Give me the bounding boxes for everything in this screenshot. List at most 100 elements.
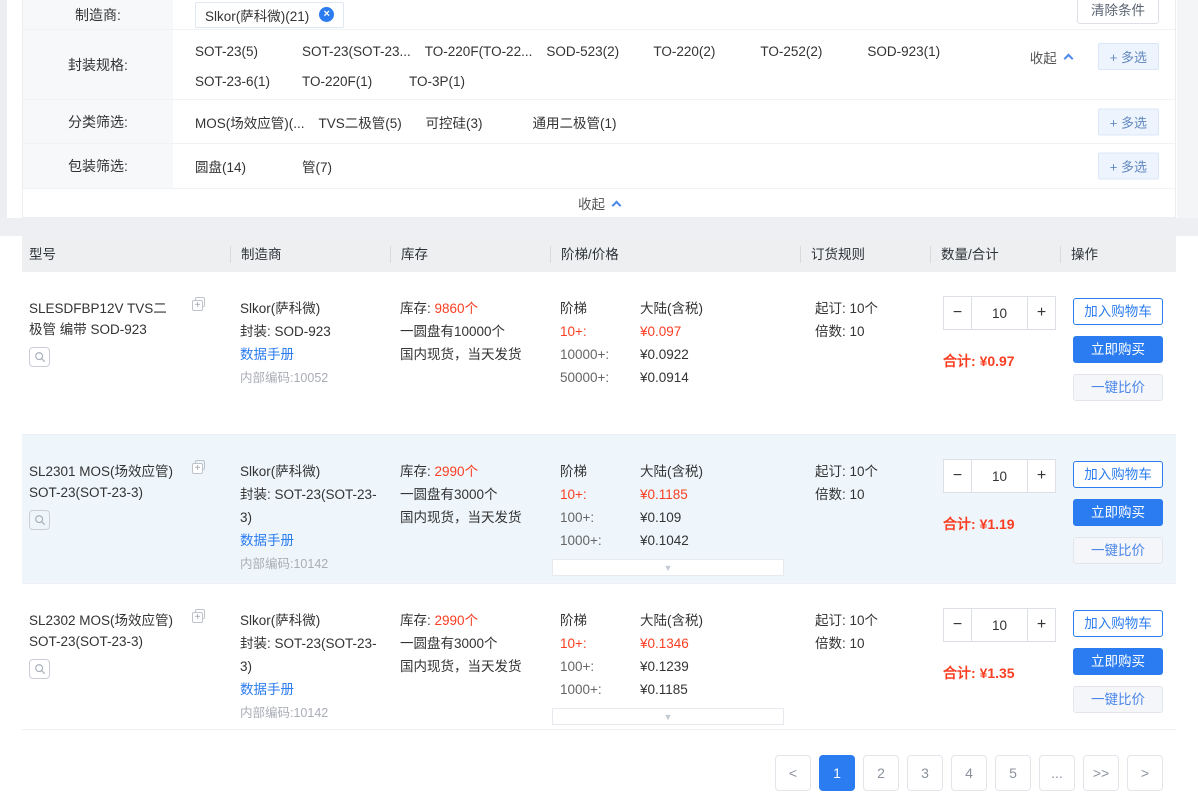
- quantity-input[interactable]: [972, 459, 1027, 493]
- next-page-button[interactable]: >: [1127, 755, 1163, 791]
- increase-button[interactable]: +: [1027, 296, 1056, 330]
- filter-option[interactable]: SOD-923(1): [867, 44, 960, 59]
- product-name-link[interactable]: SL2302 MOS(场效应管) SOT-23(SOT-23-3): [29, 610, 179, 652]
- compare-price-button[interactable]: 一键比价: [1073, 374, 1163, 401]
- buy-now-button[interactable]: 立即购买: [1073, 499, 1163, 526]
- prev-page-button[interactable]: <: [775, 755, 811, 791]
- filter-option[interactable]: 通用二极管(1): [533, 112, 626, 132]
- category-filter-label: 分类筛选:: [23, 100, 173, 143]
- copy-icon[interactable]: +: [192, 612, 206, 626]
- clear-filters-button[interactable]: 清除条件: [1077, 0, 1159, 24]
- multi-select-package-button[interactable]: + 多选: [1098, 43, 1159, 70]
- product-name-link[interactable]: SL2301 MOS(场效应管) SOT-23(SOT-23-3): [29, 461, 179, 503]
- copy-icon[interactable]: +: [192, 463, 206, 477]
- moq-info: 起订: 10个: [815, 609, 926, 632]
- page-button-2[interactable]: 2: [863, 755, 899, 791]
- page-button-4[interactable]: 4: [951, 755, 987, 791]
- add-to-cart-button[interactable]: 加入购物车: [1073, 298, 1163, 325]
- multi-select-category-button[interactable]: + 多选: [1098, 108, 1159, 135]
- tag-close-icon[interactable]: ×: [319, 7, 334, 22]
- page-button-5[interactable]: 5: [995, 755, 1031, 791]
- filter-option[interactable]: TO-220F(TO-22...: [425, 44, 533, 59]
- price-tier: 1000+:¥0.1042: [560, 529, 792, 552]
- filter-option[interactable]: TO-3P(1): [409, 74, 502, 89]
- package-info: 封装: SOT-23(SOT-23-3): [240, 483, 382, 529]
- table-row: SL2301 MOS(场效应管) SOT-23(SOT-23-3) + Slko…: [22, 435, 1176, 584]
- product-name-link[interactable]: SLESDFBP12V TVS二极管 编带 SOD-923: [29, 298, 179, 340]
- internal-code: 内部编码:10052: [240, 367, 382, 390]
- filter-option[interactable]: TO-220F(1): [302, 74, 395, 89]
- quantity-stepper: − +: [943, 608, 1056, 642]
- add-to-cart-button[interactable]: 加入购物车: [1073, 461, 1163, 488]
- price-region-header: 大陆(含税): [640, 297, 703, 320]
- filter-option[interactable]: TVS二极管(5): [319, 112, 412, 132]
- delivery-info: 国内现货，当天发货: [400, 506, 542, 529]
- filter-row-package: 封装规格: SOT-23(5) SOT-23(SOT-23... TO-220F…: [23, 30, 1175, 100]
- tier-header: 阶梯: [560, 460, 640, 483]
- tier-header: 阶梯: [560, 609, 640, 632]
- fast-forward-button[interactable]: >>: [1083, 755, 1119, 791]
- page-button-3[interactable]: 3: [907, 755, 943, 791]
- column-header-order-rules: 订货规则: [800, 246, 930, 263]
- buy-now-button[interactable]: 立即购买: [1073, 336, 1163, 363]
- delivery-info: 国内现货，当天发货: [400, 343, 542, 366]
- tier-header-row: 阶梯大陆(含税): [560, 609, 792, 632]
- pagination: < 1 2 3 4 5 ... >> >: [775, 755, 1163, 791]
- increase-button[interactable]: +: [1027, 459, 1056, 493]
- manufacturer-name: Slkor(萨科微): [240, 297, 382, 320]
- copy-icon[interactable]: +: [192, 300, 206, 314]
- increase-button[interactable]: +: [1027, 608, 1056, 642]
- quantity-stepper: − +: [943, 459, 1056, 493]
- compare-price-button[interactable]: 一键比价: [1073, 537, 1163, 564]
- quantity-input[interactable]: [972, 296, 1027, 330]
- decrease-button[interactable]: −: [943, 296, 972, 330]
- price-tier: 10+:¥0.1185: [560, 483, 792, 506]
- package-info: 封装: SOD-923: [240, 320, 382, 343]
- quantity-stepper: − +: [943, 296, 1056, 330]
- filter-option[interactable]: SOT-23-6(1): [195, 74, 288, 89]
- filter-option[interactable]: 管(7): [302, 156, 395, 176]
- buy-now-button[interactable]: 立即购买: [1073, 648, 1163, 675]
- image-preview-icon[interactable]: [29, 659, 50, 679]
- page-button-1[interactable]: 1: [819, 755, 855, 791]
- page-ellipsis[interactable]: ...: [1039, 755, 1075, 791]
- tier-header-row: 阶梯大陆(含税): [560, 460, 792, 483]
- price-region-header: 大陆(含税): [640, 460, 703, 483]
- total-price: 合计: ¥1.19: [943, 514, 1060, 534]
- internal-code: 内部编码:10142: [240, 702, 382, 725]
- tier-header: 阶梯: [560, 297, 640, 320]
- reel-info: 一圆盘有3000个: [400, 632, 542, 655]
- decrease-button[interactable]: −: [943, 608, 972, 642]
- price-tier: 10+:¥0.1346: [560, 632, 792, 655]
- stock-info: 库存: 9860个: [400, 297, 542, 320]
- datasheet-link[interactable]: 数据手册: [240, 343, 382, 366]
- selected-manufacturer-tag: Slkor(萨科微)(21) ×: [195, 2, 344, 28]
- filter-option[interactable]: SOD-523(2): [546, 44, 639, 59]
- datasheet-link[interactable]: 数据手册: [240, 529, 382, 552]
- manufacturer-name: Slkor(萨科微): [240, 460, 382, 483]
- image-preview-icon[interactable]: [29, 510, 50, 530]
- collapse-panel-link[interactable]: 收起: [578, 193, 620, 213]
- decrease-button[interactable]: −: [943, 459, 972, 493]
- image-preview-icon[interactable]: [29, 347, 50, 367]
- quantity-input[interactable]: [972, 608, 1027, 642]
- price-tier: 1000+:¥0.1185: [560, 678, 792, 701]
- multi-select-packing-button[interactable]: + 多选: [1098, 153, 1159, 180]
- filter-option[interactable]: TO-252(2): [760, 44, 853, 59]
- add-to-cart-button[interactable]: 加入购物车: [1073, 610, 1163, 637]
- table-row: SL2302 MOS(场效应管) SOT-23(SOT-23-3) + Slko…: [22, 584, 1176, 730]
- collapse-package-link[interactable]: 收起: [1030, 47, 1072, 67]
- filter-option[interactable]: SOT-23(5): [195, 44, 288, 59]
- filter-option[interactable]: MOS(场效应管)(...: [195, 112, 305, 132]
- filter-option[interactable]: TO-220(2): [653, 44, 746, 59]
- datasheet-link[interactable]: 数据手册: [240, 678, 382, 701]
- filter-option[interactable]: 可控硅(3): [426, 112, 519, 132]
- expand-tiers-bar[interactable]: ▼: [552, 559, 784, 576]
- total-price: 合计: ¥0.97: [943, 351, 1060, 371]
- compare-price-button[interactable]: 一键比价: [1073, 686, 1163, 713]
- filter-option[interactable]: SOT-23(SOT-23...: [302, 44, 411, 59]
- filter-row-category: 分类筛选: MOS(场效应管)(... TVS二极管(5) 可控硅(3) 通用二…: [23, 100, 1175, 144]
- filter-option[interactable]: 圆盘(14): [195, 156, 288, 176]
- page-left-gutter: [0, 0, 7, 236]
- expand-tiers-bar[interactable]: ▼: [552, 708, 784, 725]
